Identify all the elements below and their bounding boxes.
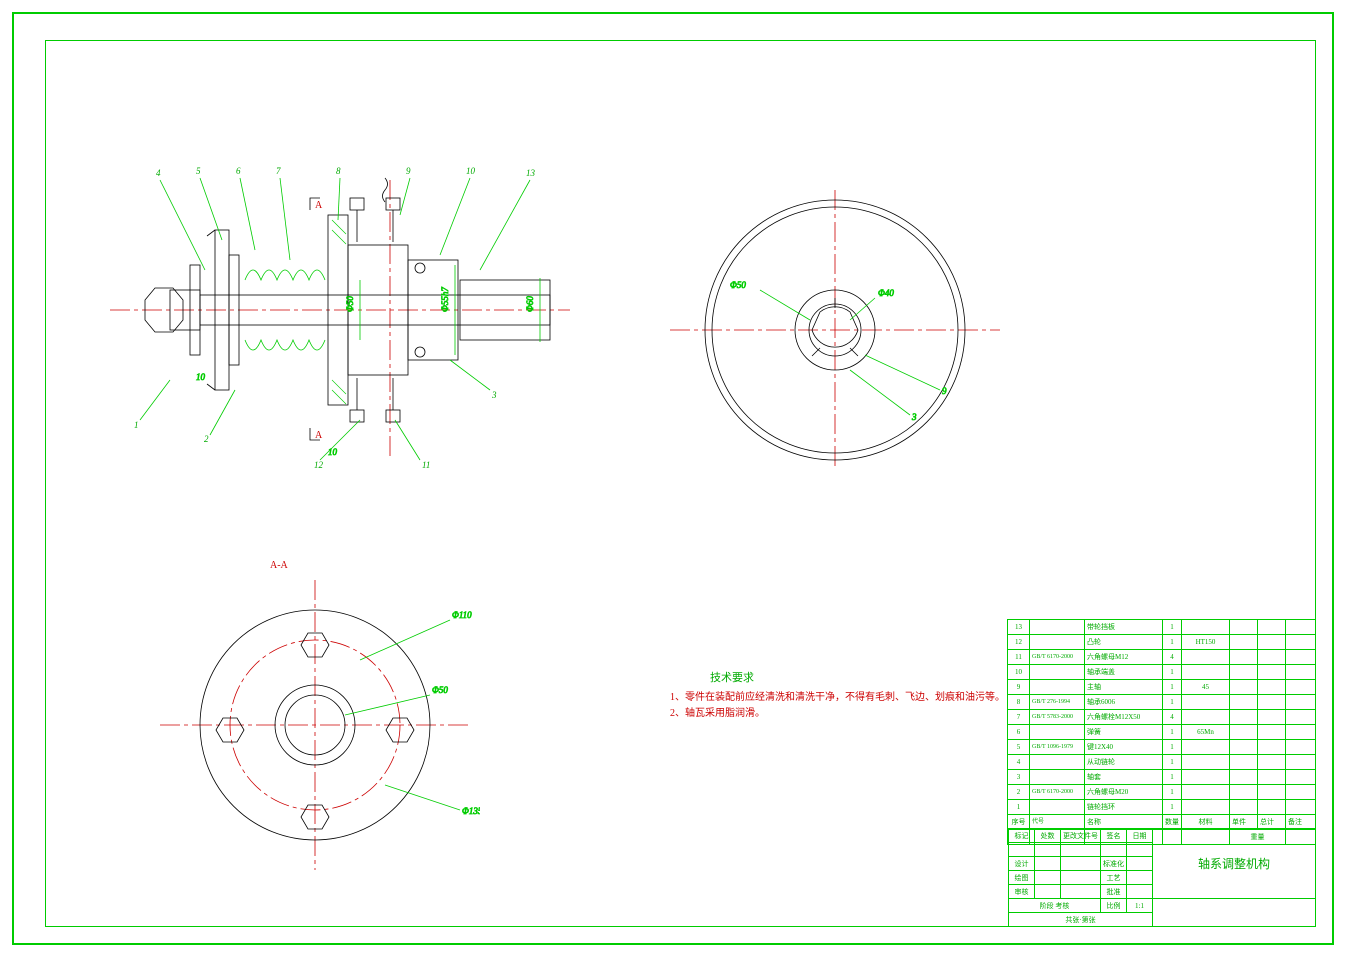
section-aa-view: A-A Φ110 Φ50 Φ135 [150,550,480,880]
section-mark-top: A [315,200,323,211]
svg-text:2: 2 [204,434,209,444]
notes-line-2: 2、轴瓦采用脂润滑。 [670,706,1005,722]
svg-text:6: 6 [236,166,241,176]
bom-row: 10轴承端盖1 [1008,665,1316,680]
svg-text:Φ55h7: Φ55h7 [440,287,450,312]
svg-text:Φ110: Φ110 [452,610,472,620]
bom-row: 7GB/T 5783-2000六角螺栓M12X504 [1008,710,1316,725]
svg-text:10: 10 [466,166,476,176]
svg-text:5: 5 [196,166,201,176]
svg-text:9: 9 [942,386,947,396]
bom-row: 11GB/T 6170-2000六角螺母M124 [1008,650,1316,665]
svg-text:9: 9 [406,166,411,176]
bom-row: 1链轮挡环1 [1008,800,1316,815]
bom-table: 13带轮挡板112凸轮1HT15011GB/T 6170-2000六角螺母M12… [1007,619,1316,845]
drawing-sheet: A A 4 5 6 7 8 9 10 13 1 2 12 11 3 Φ55h7 … [0,0,1346,957]
svg-text:Φ50: Φ50 [432,685,448,695]
svg-text:12: 12 [314,460,324,470]
svg-text:Φ50: Φ50 [730,280,746,290]
bom-row: 2GB/T 6170-2000六角螺母M201 [1008,785,1316,800]
svg-text:13: 13 [526,168,536,178]
section-label: A-A [270,560,289,571]
svg-text:Φ40: Φ40 [878,288,894,298]
svg-text:7: 7 [276,166,281,176]
bom-row: 5GB/T 1096-1979键12X401 [1008,740,1316,755]
bom-row: 6弹簧165Mn [1008,725,1316,740]
section-mark-bot: A [315,430,323,441]
svg-text:3: 3 [911,412,917,422]
svg-text:10: 10 [328,447,338,457]
bom-row: 9主轴145 [1008,680,1316,695]
svg-text:4: 4 [156,168,161,178]
title-block: 标记处数更改文件号签名日期轴系调整机构 设计标准化 绘图工艺 审核批准 阶段 考… [1008,828,1316,927]
notes-title: 技术要求 [710,670,1005,686]
svg-text:1: 1 [134,420,139,430]
bom-row: 4从动链轮1 [1008,755,1316,770]
svg-text:Φ135: Φ135 [462,806,480,816]
main-view: A A 4 5 6 7 8 9 10 13 1 2 12 11 3 Φ55h7 … [110,160,580,490]
bom-row: 13带轮挡板1 [1008,620,1316,635]
svg-text:Φ60: Φ60 [525,296,535,312]
svg-text:8: 8 [336,166,341,176]
svg-text:10: 10 [196,372,206,382]
svg-text:Φ50: Φ50 [345,296,355,312]
right-view: Φ50 Φ40 9 3 [670,180,1000,480]
svg-text:3: 3 [491,390,497,400]
bom-row: 12凸轮1HT150 [1008,635,1316,650]
svg-text:11: 11 [422,460,430,470]
bom-row: 3轴套1 [1008,770,1316,785]
notes-line-1: 1、零件在装配前应经清洗和清洗干净，不得有毛刺、飞边、划痕和油污等。 [670,690,1005,706]
bom-row: 8GB/T 276-1994轴承60061 [1008,695,1316,710]
technical-notes: 技术要求 1、零件在装配前应经清洗和清洗干净，不得有毛刺、飞边、划痕和油污等。 … [670,670,1005,722]
